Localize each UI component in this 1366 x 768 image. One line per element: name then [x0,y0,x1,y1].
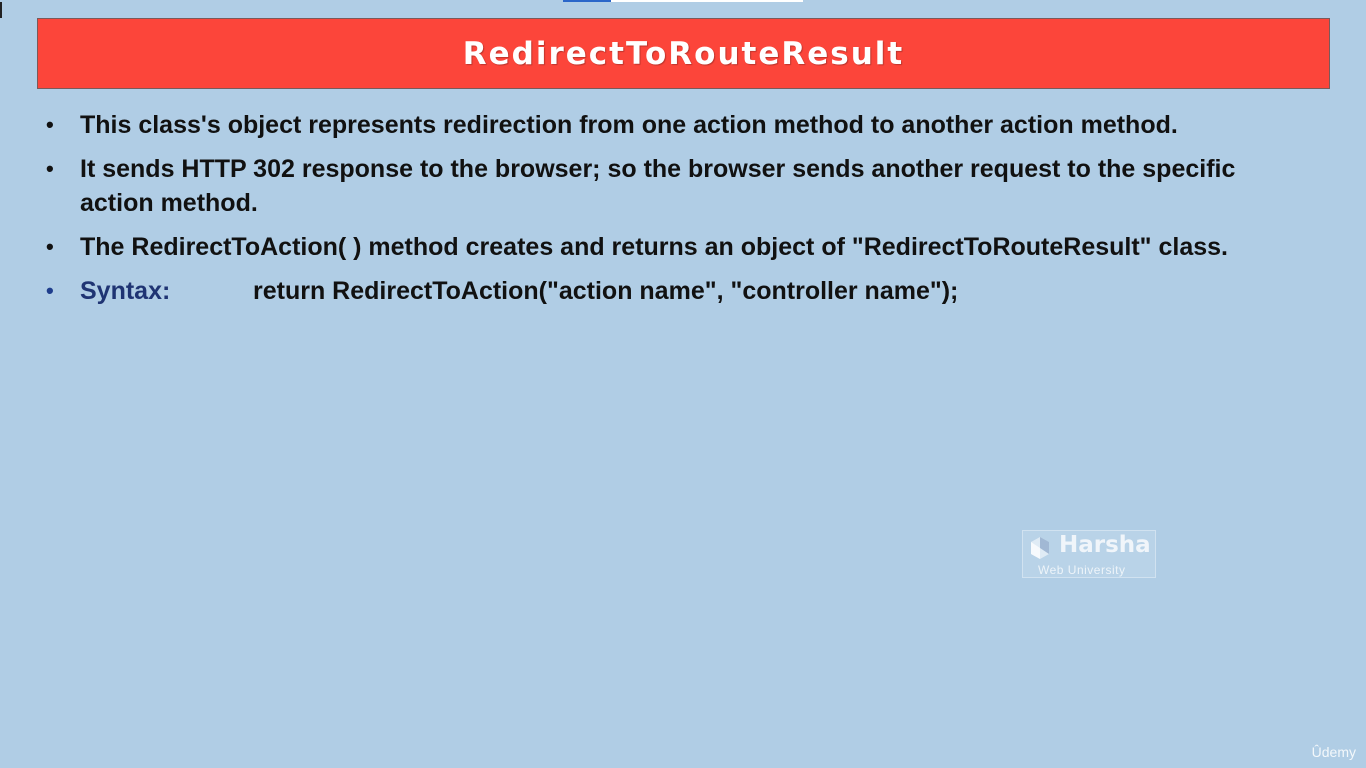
bullet-dot-icon: • [46,278,54,303]
watermark-brand: Harsha [1059,532,1151,558]
watermark-subtitle: Web University [1038,563,1126,577]
bullet-item-syntax: • Syntax: return RedirectToAction("action… [46,274,1306,308]
corner-mark [0,2,2,18]
bullet-item: • This class's object represents redirec… [46,108,1306,142]
bullet-text: The RedirectToAction( ) method creates a… [80,233,1228,261]
bullet-dot-icon: • [46,112,54,137]
bullet-text: It sends HTTP 302 response to the browse… [80,155,1236,217]
harsha-logo-icon [1031,537,1049,559]
title-banner: RedirectToRouteResult [37,18,1330,89]
bullet-text: This class's object represents redirecti… [80,111,1178,139]
slide-title: RedirectToRouteResult [462,35,905,72]
bullet-list: • This class's object represents redirec… [46,108,1306,318]
bullet-item: • It sends HTTP 302 response to the brow… [46,152,1306,220]
harsha-watermark: Harsha Web University [1022,530,1156,578]
syntax-code: return RedirectToAction("action name", "… [253,277,959,305]
bullet-item: • The RedirectToAction( ) method creates… [46,230,1306,264]
bullet-dot-icon: • [46,156,54,181]
syntax-label: Syntax: [80,277,171,305]
top-progress-indicator [563,0,611,2]
bullet-dot-icon: • [46,234,54,259]
top-progress-strip [563,0,803,2]
udemy-logo: Ûdemy [1311,744,1356,760]
